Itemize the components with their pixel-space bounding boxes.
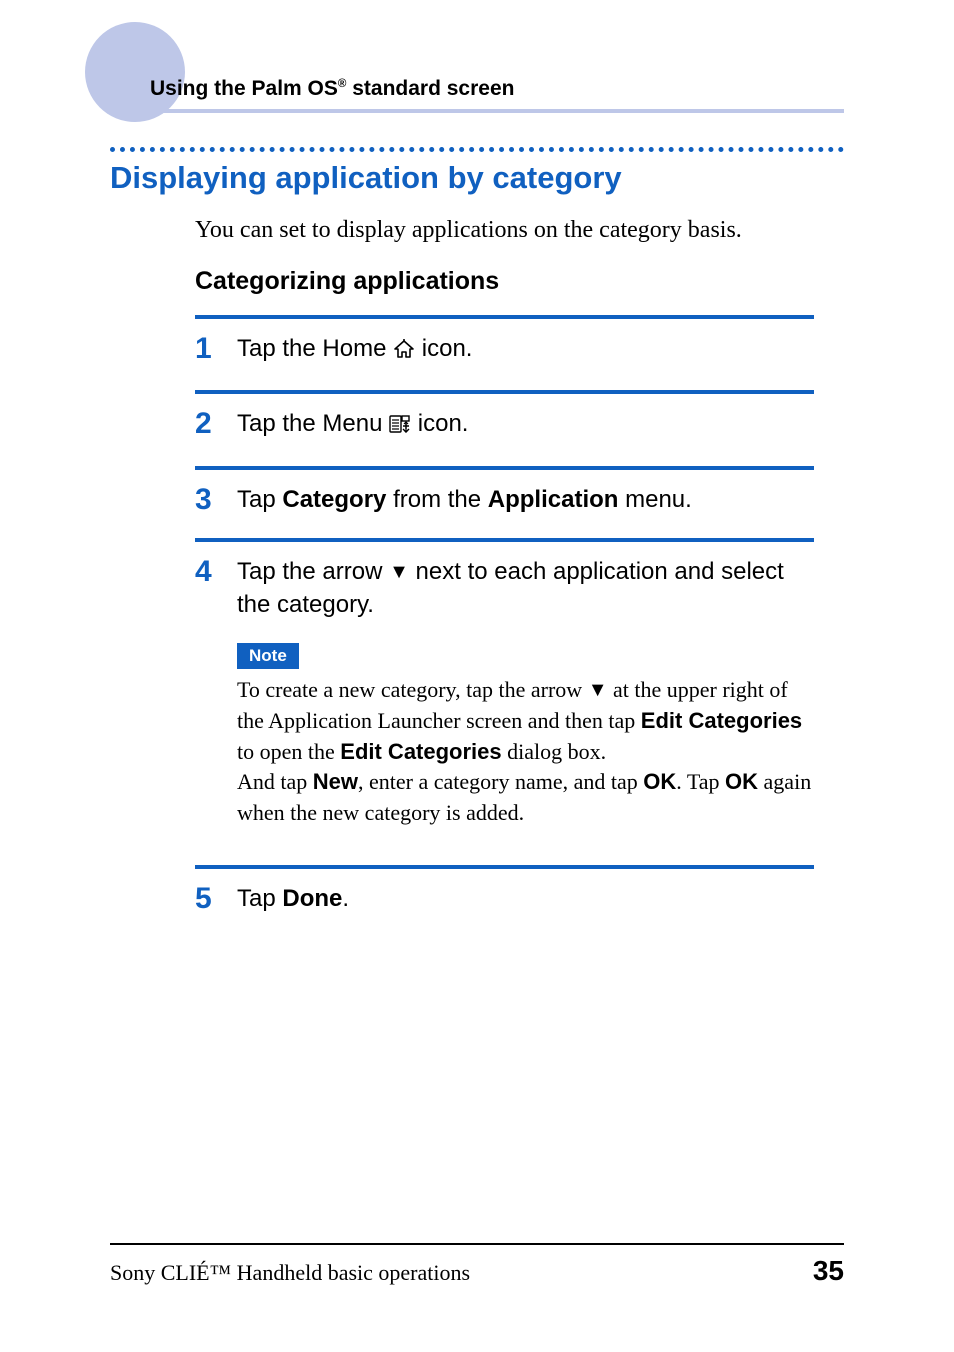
step-number: 1 — [195, 333, 237, 364]
step-text: Tap — [237, 885, 282, 912]
section-title-container: Displaying application by category — [110, 147, 844, 196]
ui-label-category: Category — [282, 486, 386, 513]
note-segment: to open the — [237, 739, 340, 764]
step-5: 5 Tap Done. — [195, 865, 814, 937]
ui-label-ok: OK — [725, 769, 758, 794]
steps-list: 1 Tap the Home icon. 2 Tap the Menu — [195, 315, 814, 937]
step-text: Tap the Home — [237, 335, 393, 362]
step-text: Tap — [237, 486, 282, 513]
step-body: Tap the Home icon. — [237, 333, 814, 368]
arrow-down-icon: ▼ — [588, 680, 608, 700]
step-1: 1 Tap the Home icon. — [195, 315, 814, 390]
section-title: Displaying application by category — [110, 160, 844, 196]
step-number: 4 — [195, 556, 237, 587]
step-text: from the — [386, 486, 487, 513]
note-segment: . Tap — [676, 769, 725, 794]
ui-label-edit-categories: Edit Categories — [340, 739, 501, 764]
step-number: 2 — [195, 408, 237, 439]
step-3: 3 Tap Category from the Application menu… — [195, 466, 814, 538]
sub-heading: Categorizing applications — [195, 267, 844, 296]
menu-icon — [389, 411, 411, 443]
step-body: Tap the arrow ▼ next to each application… — [237, 556, 814, 621]
step-text: icon. — [418, 410, 469, 437]
note-segment: To create a new category, tap the arrow — [237, 677, 588, 702]
step-body: Tap the Menu icon. — [237, 408, 814, 443]
step-body: Tap Done. — [237, 883, 814, 915]
chapter-header-suffix: standard screen — [346, 77, 514, 100]
ui-label-new: New — [313, 769, 358, 794]
intro-paragraph: You can set to display applications on t… — [195, 217, 844, 244]
chapter-header: Using the Palm OS® standard screen — [110, 77, 844, 113]
ui-label-done: Done — [282, 885, 342, 912]
ui-label-ok: OK — [643, 769, 676, 794]
home-icon — [393, 336, 415, 368]
ui-label-edit-categories: Edit Categories — [641, 708, 802, 733]
page-number: 35 — [813, 1255, 844, 1287]
step-4: 4 Tap the arrow ▼ next to each applicati… — [195, 538, 814, 865]
note-badge: Note — [237, 643, 299, 669]
step-text: menu. — [618, 486, 691, 513]
ui-label-application: Application — [488, 486, 619, 513]
footer-title: Sony CLIÉ™ Handheld basic operations — [110, 1260, 470, 1286]
step-number: 3 — [195, 484, 237, 515]
chapter-header-prefix: Using the Palm OS — [150, 77, 338, 100]
step-number: 5 — [195, 883, 237, 914]
note-segment: And tap — [237, 769, 313, 794]
note-text: To create a new category, tap the arrow … — [237, 675, 814, 843]
step-text: icon. — [422, 335, 473, 362]
arrow-down-icon: ▼ — [389, 562, 409, 582]
page-footer: Sony CLIÉ™ Handheld basic operations 35 — [110, 1243, 844, 1287]
step-text: Tap the Menu — [237, 410, 389, 437]
decorative-dotted-rule — [110, 147, 844, 152]
note-segment: , enter a category name, and tap — [358, 769, 643, 794]
step-text: . — [342, 885, 349, 912]
step-body: Tap Category from the Application menu. — [237, 484, 814, 516]
step-2: 2 Tap the Menu icon. — [195, 390, 814, 465]
note-segment: dialog box. — [502, 739, 607, 764]
step-text: Tap the arrow — [237, 558, 389, 585]
